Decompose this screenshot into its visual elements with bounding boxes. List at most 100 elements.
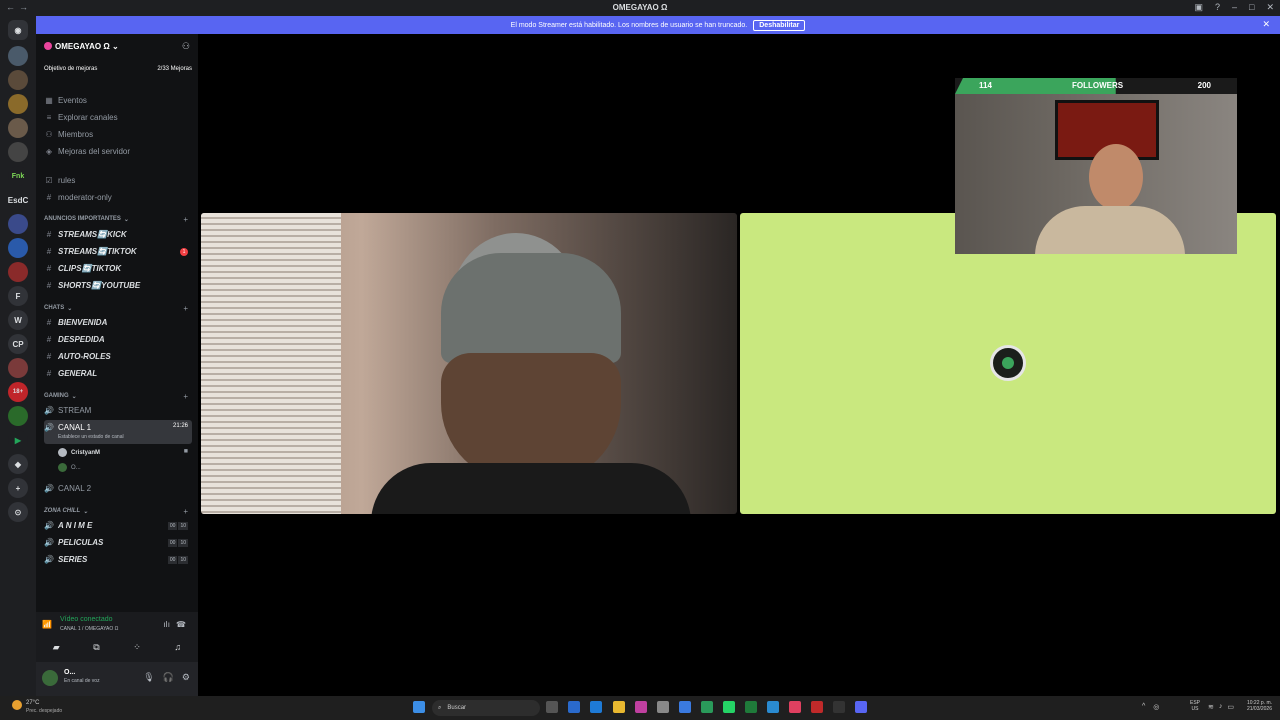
category-chats[interactable]: CHATS ⌄ xyxy=(44,305,72,312)
edge-icon[interactable] xyxy=(590,701,602,713)
soundboard-icon[interactable]: ♫ xyxy=(174,642,181,653)
server-icon[interactable]: Fnk xyxy=(8,166,28,186)
server-icon[interactable]: CP xyxy=(8,334,28,354)
invite-icon[interactable]: ⚇ xyxy=(182,41,190,52)
nav-browse-channels[interactable]: ≡ Explorar canales xyxy=(44,113,118,122)
nav-events[interactable]: ▦ Eventos xyxy=(44,96,87,105)
headphones-icon[interactable]: 🎧 xyxy=(163,672,174,683)
server-icon[interactable] xyxy=(8,214,28,234)
add-channel-icon[interactable]: + xyxy=(183,507,188,516)
nav-members[interactable]: ⚇ Miembros xyxy=(44,130,93,139)
channel-stream[interactable]: 🔊 STREAM xyxy=(44,406,91,415)
home-icon[interactable]: ◉ xyxy=(8,20,28,40)
close-icon[interactable]: ✕ xyxy=(1266,2,1274,13)
tray-chevron-icon[interactable]: ^ xyxy=(1142,703,1145,711)
add-channel-icon[interactable]: + xyxy=(183,215,188,224)
channel-anime[interactable]: 🔊 A N I M E xyxy=(44,521,92,530)
channel-canal-1[interactable]: 🔊 CANAL 1 21:26 Establece un estado de c… xyxy=(44,420,192,444)
maximize-icon[interactable]: □ xyxy=(1249,2,1254,13)
banner-close-icon[interactable]: ✕ xyxy=(1262,19,1270,30)
chrome-icon[interactable] xyxy=(767,701,779,713)
network-icon[interactable]: ◎ xyxy=(1153,703,1159,711)
help-icon[interactable]: ? xyxy=(1215,2,1220,13)
channel-general[interactable]: # GENERAL xyxy=(44,369,97,378)
server-icon[interactable]: 18+ xyxy=(8,382,28,402)
voice-member[interactable]: CristyanM xyxy=(58,448,100,457)
server-icon[interactable]: W xyxy=(8,310,28,330)
download-icon[interactable]: ⊙ xyxy=(8,502,28,522)
minimize-icon[interactable]: – xyxy=(1232,2,1237,13)
app-icon[interactable] xyxy=(679,701,691,713)
server-icon[interactable]: F xyxy=(8,286,28,306)
server-icon[interactable]: ▶ xyxy=(8,430,28,450)
server-icon[interactable]: EsdC xyxy=(8,190,28,210)
channel-clips-tiktok[interactable]: # CLIPS🔄TIKTOK xyxy=(44,264,121,273)
channel-rules[interactable]: ☑ rules xyxy=(44,176,75,185)
screen-share-icon[interactable]: ⧉ xyxy=(93,642,99,653)
excel-icon[interactable] xyxy=(745,701,757,713)
category-gaming[interactable]: GAMING ⌄ xyxy=(44,393,77,400)
webcam-overlay[interactable] xyxy=(955,94,1237,254)
avatar[interactable] xyxy=(42,670,58,686)
battery-icon[interactable]: ▭ xyxy=(1227,703,1234,711)
task-view-icon[interactable] xyxy=(546,701,558,713)
channel-moderator[interactable]: # moderator-only xyxy=(44,193,112,202)
app-icon[interactable] xyxy=(789,701,801,713)
channel-canal-2[interactable]: 🔊 CANAL 2 xyxy=(44,484,91,493)
server-icon[interactable] xyxy=(8,262,28,282)
server-header[interactable]: OMEGAYAO Ω ⌄ xyxy=(44,42,119,51)
disconnect-icon[interactable]: ☎ xyxy=(176,620,186,629)
server-icon[interactable] xyxy=(8,142,28,162)
channel-bienvenida[interactable]: # BIENVENIDA xyxy=(44,318,108,327)
whatsapp-icon[interactable] xyxy=(723,701,735,713)
server-icon[interactable] xyxy=(8,358,28,378)
channel-peliculas[interactable]: 🔊 PELICULAS xyxy=(44,538,103,547)
noise-icon[interactable]: ıIı xyxy=(163,620,170,629)
settings-icon[interactable]: ⚙ xyxy=(182,672,190,683)
discord-icon[interactable] xyxy=(855,701,867,713)
obs-icon[interactable] xyxy=(833,701,845,713)
start-icon[interactable] xyxy=(413,701,425,713)
channel-despedida[interactable]: # DESPEDIDA xyxy=(44,335,105,344)
video-tile-camera[interactable] xyxy=(201,213,737,514)
voice-status[interactable]: Vídeo conectado xyxy=(30,616,130,623)
explorer-icon[interactable] xyxy=(613,701,625,713)
discover-icon[interactable]: ◆ xyxy=(8,454,28,474)
activities-icon[interactable]: ⁘ xyxy=(133,642,141,653)
app-icon[interactable] xyxy=(701,701,713,713)
app-icon[interactable] xyxy=(811,701,823,713)
weather-desc[interactable]: Prec. despejado xyxy=(26,708,62,714)
language-indicator[interactable]: ESP US xyxy=(1190,700,1200,712)
add-channel-icon[interactable]: + xyxy=(183,392,188,401)
server-icon[interactable] xyxy=(8,406,28,426)
voice-member[interactable]: O... xyxy=(58,463,81,472)
weather-temp[interactable]: 27°C xyxy=(26,700,39,706)
app-icon[interactable] xyxy=(568,701,580,713)
disable-streamer-button[interactable]: Deshabilitar xyxy=(753,19,806,31)
server-icon[interactable] xyxy=(8,70,28,90)
nav-boosts[interactable]: ◈ Mejoras del servidor xyxy=(44,147,130,156)
channel-streams-tiktok[interactable]: # STREAMS🔄TIKTOK xyxy=(44,247,137,256)
server-icon[interactable] xyxy=(8,94,28,114)
add-channel-icon[interactable]: + xyxy=(183,304,188,313)
voice-channel[interactable]: CANAL 1 / OMEGAYAO Ω xyxy=(30,626,150,632)
add-server-icon[interactable]: + xyxy=(8,478,28,498)
taskbar-search[interactable]: ⌕ Buscar xyxy=(432,700,540,716)
channel-series[interactable]: 🔊 SERIES xyxy=(44,555,87,564)
microphone-icon[interactable]: 🎙 xyxy=(143,672,154,683)
volume-icon[interactable]: ♪ xyxy=(1219,703,1223,711)
channel-status[interactable]: Establece un estado de canal xyxy=(58,434,124,440)
inbox-icon[interactable]: ▣ xyxy=(1194,2,1203,13)
clock[interactable]: 10:22 p. m. 21/03/2026 xyxy=(1240,700,1272,712)
server-icon[interactable] xyxy=(8,238,28,258)
channel-shorts-youtube[interactable]: # SHORTS🔄YOUTUBE xyxy=(44,281,141,290)
app-icon[interactable] xyxy=(635,701,647,713)
server-icon[interactable] xyxy=(8,46,28,66)
server-icon[interactable] xyxy=(8,118,28,138)
channel-auto-roles[interactable]: # AUTO-ROLES xyxy=(44,352,111,361)
video-tile-avatar[interactable] xyxy=(740,213,1276,514)
boost-goal[interactable]: Objetivo de mejoras 2/33 Mejoras xyxy=(44,66,192,72)
category-zona-chill[interactable]: ZONA CHILL ⌄ xyxy=(44,508,88,515)
camera-off-icon[interactable]: ▰ xyxy=(53,642,60,653)
wifi-icon[interactable]: ≋ xyxy=(1208,703,1214,711)
